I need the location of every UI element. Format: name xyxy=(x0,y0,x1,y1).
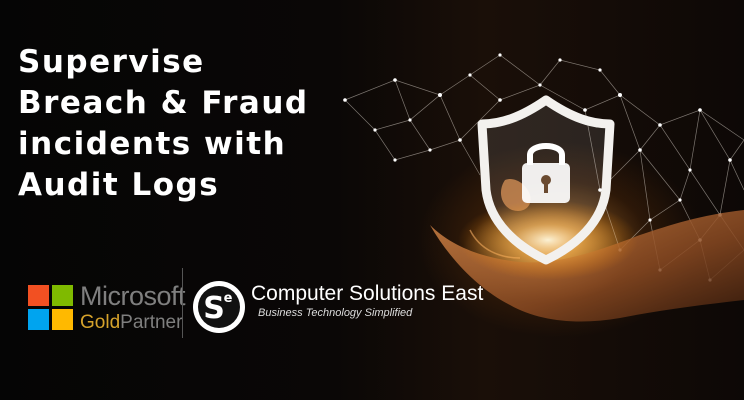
company-tagline: Business Technology Simplified xyxy=(258,307,413,319)
headline-line: Supervise xyxy=(18,44,205,80)
gold-label: Gold xyxy=(80,312,121,333)
logo-divider xyxy=(182,268,183,338)
headline: Supervise Breach & Fraud incidents with … xyxy=(18,42,358,206)
cse-logo-icon: S e xyxy=(193,281,245,333)
company-name: Computer Solutions East xyxy=(251,282,484,305)
partner-label: Partner xyxy=(120,312,183,333)
microsoft-blue-square xyxy=(28,309,49,330)
microsoft-wordmark: Microsoft xyxy=(80,281,186,311)
microsoft-yellow-square xyxy=(52,309,73,330)
microsoft-logo-icon xyxy=(28,285,74,331)
cse-logo-letter-e: e xyxy=(224,291,233,306)
cse-logo-letter-s: S xyxy=(203,291,225,326)
headline-line: incidents with xyxy=(18,126,287,162)
gold-partner-label: GoldPartner xyxy=(80,312,185,334)
microsoft-partner-badge: Microsoft GoldPartner xyxy=(80,281,186,334)
microsoft-green-square xyxy=(52,285,73,306)
headline-line: Breach & Fraud xyxy=(18,85,309,121)
microsoft-red-square xyxy=(28,285,49,306)
banner: Supervise Breach & Fraud incidents with … xyxy=(0,0,744,400)
headline-line: Audit Logs xyxy=(18,167,220,203)
